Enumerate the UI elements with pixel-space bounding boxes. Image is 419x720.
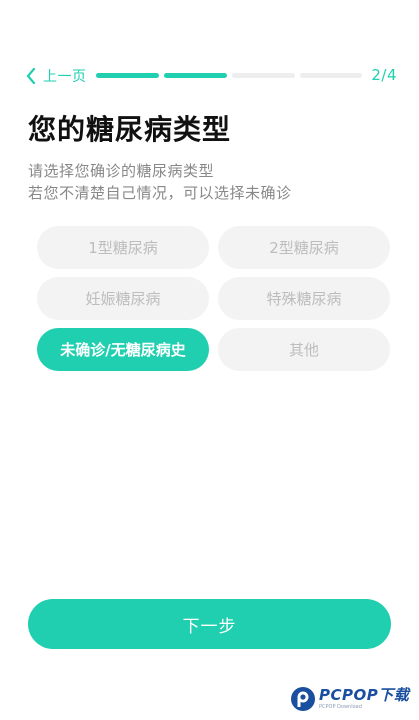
progress-segment bbox=[232, 73, 295, 78]
back-button[interactable]: 上一页 bbox=[26, 65, 87, 87]
option-type-1-diabetes[interactable]: 1型糖尿病 bbox=[37, 226, 209, 269]
option-undiagnosed[interactable]: 未确诊/无糖尿病史 bbox=[37, 328, 209, 371]
option-special-diabetes[interactable]: 特殊糖尿病 bbox=[218, 277, 390, 320]
progress-bar bbox=[96, 73, 362, 78]
pcpop-logo-icon bbox=[290, 686, 316, 712]
option-other[interactable]: 其他 bbox=[218, 328, 390, 371]
step-indicator: 2/4 bbox=[371, 66, 397, 84]
progress-segment bbox=[300, 73, 362, 78]
progress-segment bbox=[164, 73, 227, 78]
chevron-left-icon bbox=[26, 68, 36, 84]
page-title: 您的糖尿病类型 bbox=[28, 113, 232, 146]
option-gestational-diabetes[interactable]: 妊娠糖尿病 bbox=[37, 277, 209, 320]
subtitle-line: 请选择您确诊的糖尿病类型 bbox=[28, 162, 215, 180]
subtitle-line: 若您不清楚自己情况，可以选择未确诊 bbox=[28, 184, 292, 202]
watermark-subtext: PCPOP Download bbox=[319, 704, 362, 710]
watermark: PCPOP下载 PCPOP Download bbox=[290, 684, 409, 714]
option-type-2-diabetes[interactable]: 2型糖尿病 bbox=[218, 226, 390, 269]
next-step-button[interactable]: 下一步 bbox=[28, 599, 391, 649]
watermark-text: PCPOP下载 bbox=[319, 686, 410, 704]
top-nav-bar: 上一页 2/4 bbox=[0, 62, 419, 90]
progress-segment bbox=[96, 73, 159, 78]
back-label: 上一页 bbox=[43, 69, 87, 85]
